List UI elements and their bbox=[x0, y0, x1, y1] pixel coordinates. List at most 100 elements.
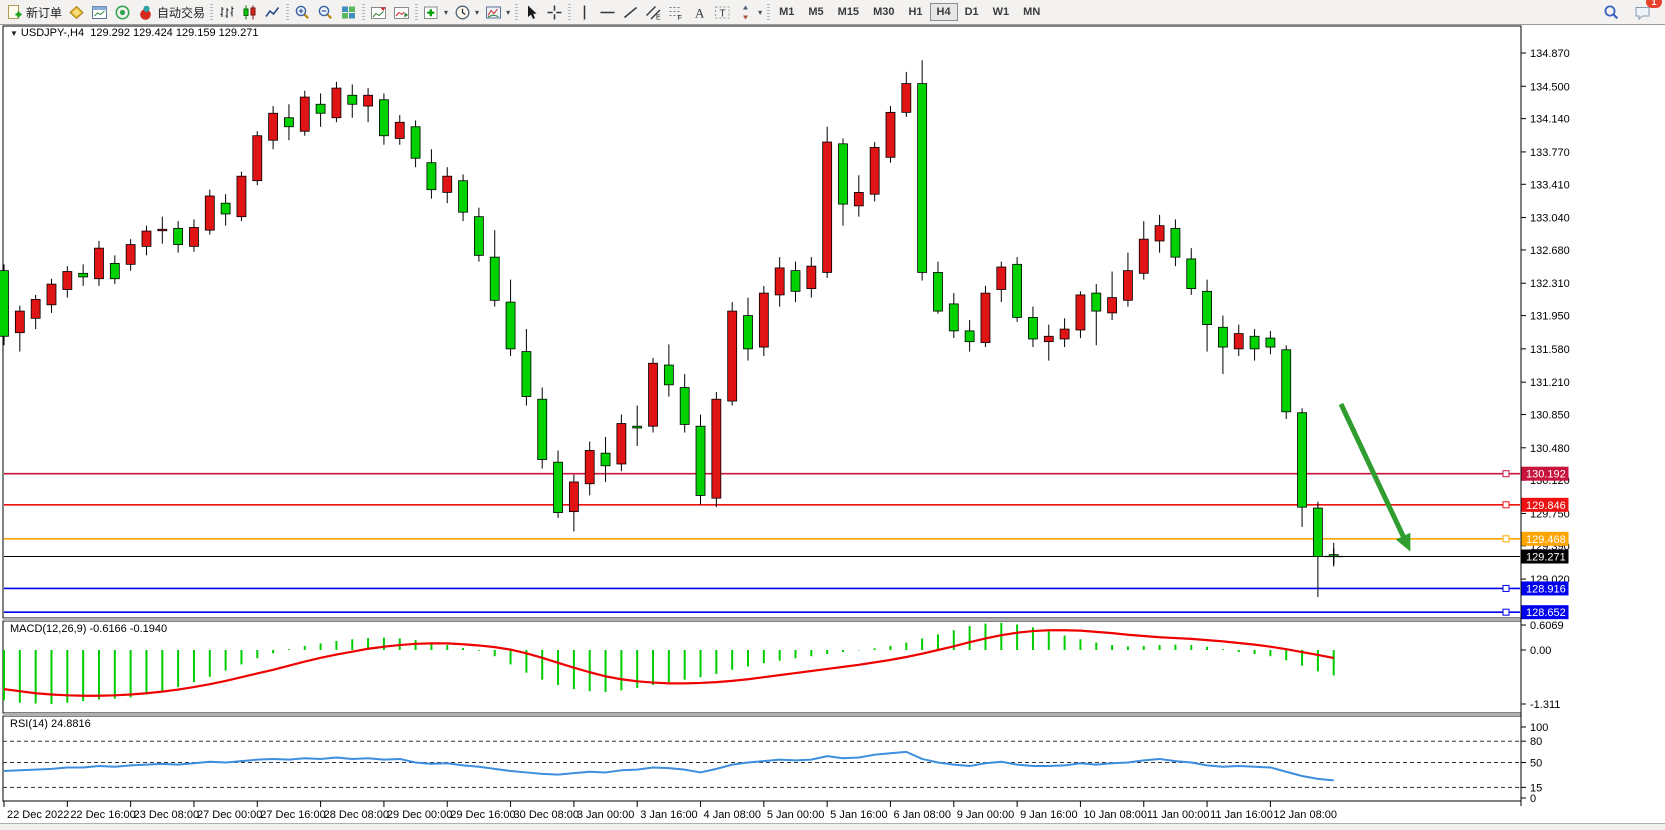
chart-window-icon bbox=[91, 4, 108, 21]
symbol-dropdown-icon[interactable]: ▼ bbox=[10, 29, 18, 38]
search-button[interactable] bbox=[1600, 1, 1623, 23]
channel-icon: E bbox=[645, 4, 662, 21]
vertical-line-tool-button[interactable] bbox=[573, 1, 596, 23]
auto-trading-button[interactable]: 自动交易 bbox=[134, 1, 208, 23]
candlestick bbox=[981, 293, 990, 342]
toolbar-separator bbox=[286, 4, 289, 20]
label-tool-button[interactable]: T bbox=[711, 1, 734, 23]
arrows-tool-button[interactable]: ▾ bbox=[734, 1, 765, 23]
timeframe-d1-button[interactable]: D1 bbox=[958, 3, 986, 21]
line-handle[interactable] bbox=[1503, 585, 1509, 591]
new-order-button-label: 新订单 bbox=[26, 4, 62, 21]
cursor-tool-button[interactable] bbox=[520, 1, 543, 23]
chart-shift-button[interactable] bbox=[367, 1, 390, 23]
candlestick bbox=[316, 104, 325, 113]
chevron-down-icon[interactable]: ▾ bbox=[758, 8, 762, 17]
candlestick bbox=[1076, 295, 1085, 330]
candlestick-mode-button[interactable] bbox=[238, 1, 261, 23]
toolbar-separator bbox=[415, 4, 418, 20]
horizontal-line-tool-button[interactable] bbox=[596, 1, 619, 23]
candlestick bbox=[0, 271, 9, 337]
candlestick bbox=[1282, 350, 1291, 412]
timeframe-mn-button[interactable]: MN bbox=[1016, 3, 1047, 21]
toolbar-separator bbox=[568, 4, 571, 20]
time-tick-label: 5 Jan 00:00 bbox=[767, 809, 825, 821]
new-order-button[interactable]: 新订单 bbox=[3, 1, 65, 23]
rsi-name: RSI(14) bbox=[10, 718, 48, 730]
candlestick bbox=[949, 304, 958, 331]
zoom-out-button[interactable] bbox=[314, 1, 337, 23]
candlestick bbox=[411, 127, 420, 158]
candlestick bbox=[1187, 259, 1196, 289]
svg-text:A: A bbox=[695, 5, 705, 20]
timeframe-w1-button[interactable]: W1 bbox=[986, 3, 1017, 21]
price-tick-label: 132.680 bbox=[1530, 245, 1570, 257]
chevron-down-icon[interactable]: ▾ bbox=[444, 8, 448, 17]
candlestick bbox=[395, 122, 404, 138]
gold-diamond-icon bbox=[68, 4, 85, 21]
zoom-in-button[interactable] bbox=[291, 1, 314, 23]
rsi-value: 24.8816 bbox=[51, 718, 91, 730]
hline-icon bbox=[599, 4, 616, 21]
history-center-button[interactable] bbox=[65, 1, 88, 23]
candlestick bbox=[775, 268, 784, 295]
candlestick bbox=[538, 399, 547, 459]
auto-scroll-button[interactable] bbox=[390, 1, 413, 23]
channel-tool-button[interactable]: E bbox=[642, 1, 665, 23]
new-chart-button[interactable] bbox=[88, 1, 111, 23]
candlestick bbox=[712, 399, 721, 498]
bar-chart-mode-button[interactable] bbox=[215, 1, 238, 23]
timeframe-h4-button[interactable]: H4 bbox=[930, 3, 958, 21]
candlestick bbox=[126, 245, 135, 265]
candlestick bbox=[870, 147, 879, 194]
tile-windows-button[interactable] bbox=[337, 1, 360, 23]
time-tick-label: 11 Jan 00:00 bbox=[1147, 809, 1210, 821]
line-handle[interactable] bbox=[1503, 536, 1509, 542]
trendline-tool-button[interactable] bbox=[619, 1, 642, 23]
candlestick bbox=[1139, 239, 1148, 273]
timeframe-m30-button[interactable]: M30 bbox=[866, 3, 901, 21]
line-chart-mode-button[interactable] bbox=[261, 1, 284, 23]
price-tick-label: 134.500 bbox=[1530, 81, 1570, 93]
auto-trading-icon bbox=[137, 4, 154, 21]
time-tick-label: 3 Jan 00:00 bbox=[577, 809, 635, 821]
chevron-down-icon[interactable]: ▾ bbox=[475, 8, 479, 17]
market-data-button[interactable] bbox=[111, 1, 134, 23]
line-handle[interactable] bbox=[1503, 609, 1509, 615]
notification-badge: 1 bbox=[1646, 0, 1662, 8]
candlestick bbox=[933, 272, 942, 311]
candlestick bbox=[348, 95, 357, 104]
candlestick bbox=[554, 462, 563, 512]
timeframe-m1-button[interactable]: M1 bbox=[772, 3, 801, 21]
text-tool-button[interactable]: A bbox=[688, 1, 711, 23]
crosshair-tool-button[interactable] bbox=[543, 1, 566, 23]
candlestick bbox=[1298, 413, 1307, 507]
line-handle[interactable] bbox=[1503, 471, 1509, 477]
panel-divider[interactable] bbox=[3, 713, 1521, 716]
candlestick bbox=[1313, 508, 1322, 557]
timeframe-h1-button[interactable]: H1 bbox=[901, 3, 929, 21]
candlestick bbox=[997, 267, 1006, 289]
candlestick bbox=[902, 84, 911, 113]
panel-divider[interactable] bbox=[3, 618, 1521, 621]
svg-text:E: E bbox=[656, 14, 661, 21]
fibonacci-tool-button[interactable]: F bbox=[665, 1, 688, 23]
chart-shift-icon bbox=[370, 4, 387, 21]
timeframe-m15-button[interactable]: M15 bbox=[831, 3, 866, 21]
current-price-label-text: 129.271 bbox=[1526, 552, 1566, 564]
templates-button[interactable]: ▾ bbox=[482, 1, 513, 23]
macd-tick-label: 0.6069 bbox=[1530, 620, 1564, 632]
chevron-down-icon[interactable]: ▾ bbox=[506, 8, 510, 17]
time-tick-label: 6 Jan 08:00 bbox=[893, 809, 951, 821]
notifications-button[interactable]: 1 bbox=[1631, 1, 1654, 23]
periods-button[interactable]: ▾ bbox=[451, 1, 482, 23]
chart-title: ▼USDJPY-,H4 129.292 129.424 129.159 129.… bbox=[8, 27, 260, 39]
candlestick bbox=[1171, 228, 1180, 257]
rsi-panel bbox=[3, 716, 1521, 801]
macd-tick-label: 0.00 bbox=[1530, 645, 1551, 657]
indicators-button[interactable]: ▾ bbox=[420, 1, 451, 23]
timeframe-m5-button[interactable]: M5 bbox=[801, 3, 830, 21]
svg-text:F: F bbox=[678, 15, 682, 21]
line-handle[interactable] bbox=[1503, 502, 1509, 508]
candlestick bbox=[427, 163, 436, 190]
